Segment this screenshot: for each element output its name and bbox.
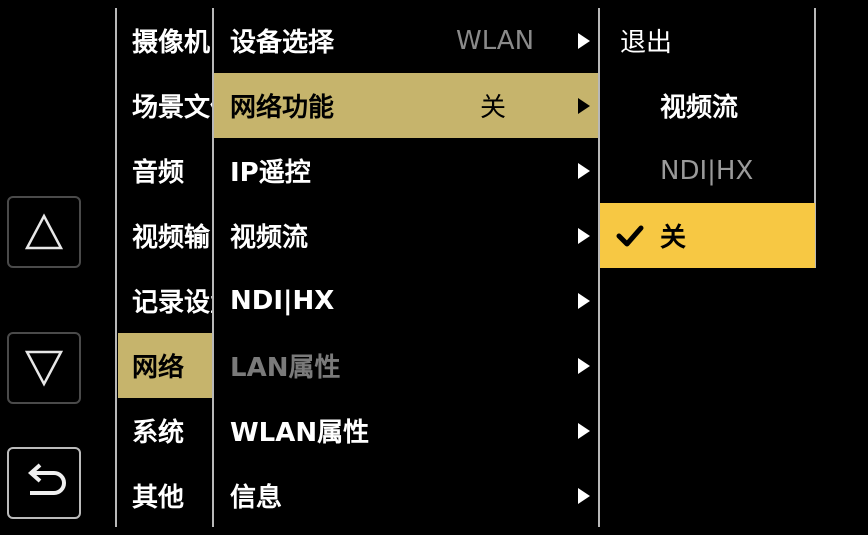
option-ndi-hx[interactable]: NDI|HX	[600, 138, 815, 203]
sub-menu-item-ndi-hx[interactable]: NDI|HX	[214, 268, 598, 333]
main-menu: 摄像机 场景文件 音频 视频输出 记录设置 网络 系统 其他	[118, 8, 212, 528]
main-menu-item-audio[interactable]: 音频	[118, 138, 212, 203]
sub-menu-item-ip-remote[interactable]: IP遥控	[214, 138, 598, 203]
sub-menu-item-lan-properties: LAN属性	[214, 333, 598, 398]
checkmark-icon	[616, 225, 644, 246]
back-button[interactable]	[7, 447, 81, 519]
sub-menu-value: WLAN	[456, 25, 535, 56]
main-menu-item-other[interactable]: 其他	[118, 463, 212, 528]
main-menu-item-system[interactable]: 系统	[118, 398, 212, 463]
exit-button[interactable]: 退出	[600, 8, 815, 73]
sub-menu-item-device-select[interactable]: 设备选择 WLAN	[214, 8, 598, 73]
down-button[interactable]	[7, 332, 81, 404]
sub-menu-item-video-stream[interactable]: 视频流	[214, 203, 598, 268]
main-menu-item-network[interactable]: 网络	[118, 333, 212, 398]
arrow-right-icon	[578, 32, 590, 49]
options-heading: 视频流	[660, 93, 739, 123]
triangle-up-icon	[24, 213, 64, 250]
arrow-right-icon	[578, 162, 590, 179]
sub-menu-item-wlan-properties[interactable]: WLAN属性	[214, 398, 598, 463]
main-menu-item-camera[interactable]: 摄像机	[118, 8, 212, 73]
main-menu-item-record-settings[interactable]: 记录设置	[118, 268, 212, 333]
sub-menu: 设备选择 WLAN 网络功能 关 IP遥控 视频流 NDI|HX LAN属性 W…	[214, 8, 598, 528]
option-off[interactable]: 关	[600, 203, 815, 268]
main-menu-item-scene-file[interactable]: 场景文件	[118, 73, 212, 138]
arrow-right-icon	[578, 487, 590, 504]
main-menu-item-video-out[interactable]: 视频输出	[118, 203, 212, 268]
return-arrow-icon	[27, 463, 66, 495]
arrow-right-icon	[578, 357, 590, 374]
sub-menu-value: 关	[480, 93, 507, 123]
arrow-right-icon	[578, 227, 590, 244]
arrow-right-icon	[578, 422, 590, 439]
sub-menu-item-info[interactable]: 信息	[214, 463, 598, 528]
arrow-right-icon	[578, 292, 590, 309]
separator-1	[115, 8, 117, 527]
sub-menu-item-network-function[interactable]: 网络功能 关	[214, 73, 598, 138]
up-button[interactable]	[7, 196, 81, 268]
arrow-right-icon	[578, 97, 590, 114]
triangle-down-icon	[24, 350, 64, 387]
options-panel: 退出 视频流 NDI|HX 关	[600, 8, 815, 268]
